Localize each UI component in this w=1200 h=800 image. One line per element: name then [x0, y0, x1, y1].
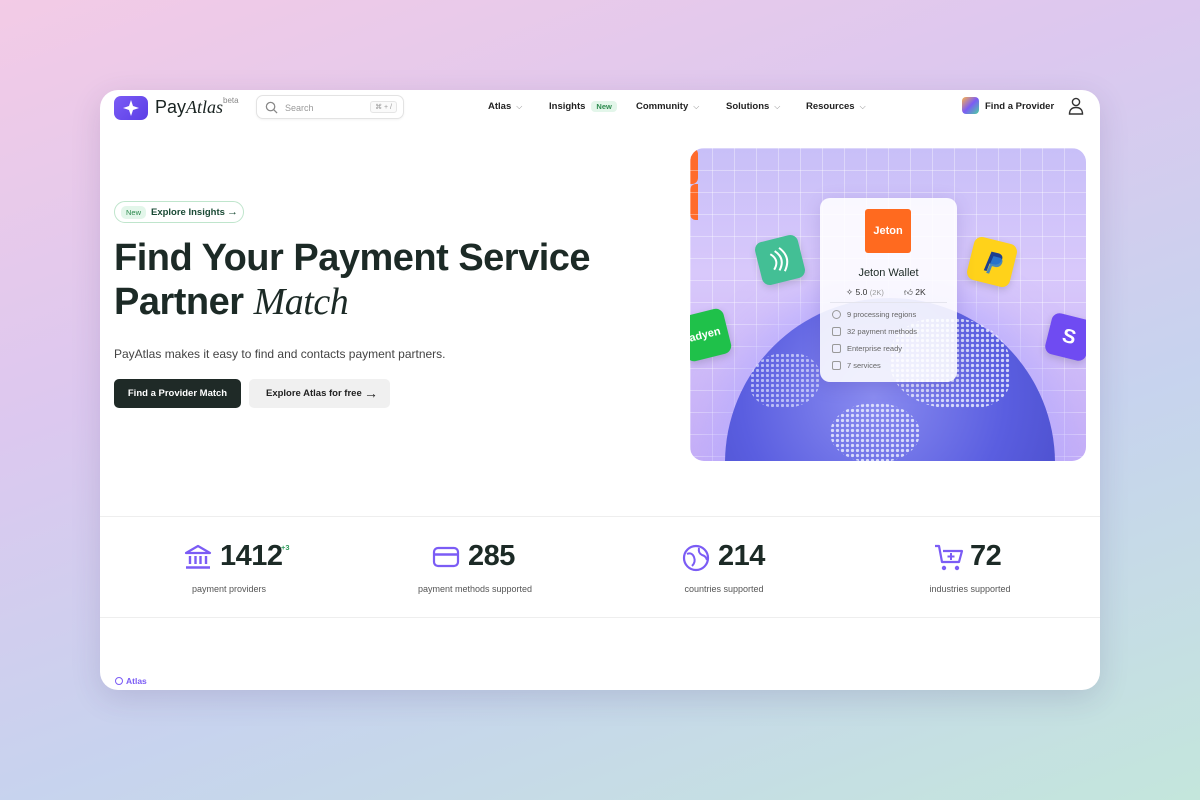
hero-title-line1: Find Your Payment Service: [114, 237, 591, 279]
hero-subtitle: PayAtlas makes it easy to find and conta…: [114, 347, 446, 361]
briefcase-icon: [832, 361, 841, 370]
grid-icon: [832, 327, 841, 336]
feature-item: Enterprise ready: [832, 344, 902, 353]
nav-item-atlas[interactable]: Atlas ⌵: [488, 101, 522, 112]
provider-name: Jeton Wallet: [858, 267, 919, 279]
feature-label: 7 services: [847, 361, 881, 370]
feature-item: 7 services: [832, 361, 881, 370]
divider: [100, 516, 1100, 517]
logo-icon[interactable]: [114, 96, 148, 120]
stat-label: payment methods supported: [417, 584, 533, 594]
chevron-down-icon: ⌵: [516, 102, 523, 111]
stat-label: countries supported: [684, 584, 764, 594]
section-label-atlas[interactable]: Atlas: [115, 676, 147, 686]
logo-text-plain: Pay: [155, 97, 187, 117]
user-icon[interactable]: [1068, 97, 1084, 115]
top-nav: PayAtlas beta Search ⌘ + / Atlas ⌵ Insigh…: [100, 90, 1100, 124]
rating-count: (2K): [869, 288, 884, 297]
nav-item-resources[interactable]: Resources ⌵: [806, 101, 866, 112]
nav-item-label: Insights: [549, 101, 586, 112]
globe-icon: [832, 310, 841, 319]
globe-icon: [115, 677, 123, 685]
stat-value: 1412: [220, 540, 283, 572]
chevron-down-icon: ⌵: [774, 102, 781, 111]
nav-item-solutions[interactable]: Solutions ⌵: [726, 101, 780, 112]
likes-value: 2K: [915, 287, 926, 297]
nav-item-community[interactable]: Community ⌵: [636, 101, 699, 112]
explore-atlas-label: Explore Atlas for free: [266, 388, 362, 399]
logo-text-italic: Atlas: [186, 97, 224, 117]
find-provider-label: Find a Provider: [985, 101, 1055, 112]
hero-title-italic: Match: [253, 281, 349, 323]
new-badge: New: [121, 206, 147, 219]
star-icon: ✧: [846, 287, 854, 297]
cart-icon: [935, 544, 964, 571]
feature-item: 32 payment methods: [832, 327, 917, 336]
provider-card[interactable]: Jeton Jeton Wallet ✧ 5.0 (2K) 👍︎ 2K 9 pr…: [820, 198, 957, 382]
feature-label: 32 payment methods: [847, 327, 918, 336]
provider-likes: 👍︎ 2K: [904, 287, 926, 298]
stat-value: 285: [468, 540, 515, 572]
logo-text[interactable]: PayAtlas: [155, 97, 223, 118]
section-label-text: Atlas: [126, 676, 147, 686]
bank-icon: [184, 544, 212, 569]
rating-value: 5.0: [855, 287, 868, 297]
divider: [100, 617, 1100, 618]
search-input[interactable]: Search ⌘ + /: [256, 95, 404, 119]
find-provider-match-button[interactable]: Find a Provider Match: [114, 379, 241, 408]
explore-atlas-button[interactable]: Explore Atlas for free →: [249, 379, 390, 408]
globe-land: [830, 403, 920, 461]
nav-item-label: Resources: [806, 101, 855, 112]
card-divider: [830, 302, 947, 303]
new-badge: New: [591, 101, 617, 112]
nav-item-insights[interactable]: Insights New: [549, 101, 617, 112]
nav-item-label: Community: [636, 101, 689, 112]
provider-rating: ✧ 5.0 (2K): [846, 287, 884, 298]
search-placeholder: Search: [285, 103, 314, 113]
search-shortcut: ⌘ + /: [370, 101, 397, 113]
search-icon: [265, 101, 278, 114]
card-icon: [432, 546, 460, 568]
arrow-right-icon: →: [227, 206, 238, 218]
beta-badge: beta: [223, 96, 239, 105]
feature-label: Enterprise ready: [847, 344, 903, 353]
feature-label: 9 processing regions: [847, 310, 917, 319]
hero-title-line2: Partner Match: [114, 280, 634, 324]
nav-item-label: Solutions: [726, 101, 770, 112]
jeton-logo: Jeton: [865, 209, 911, 253]
globe-icon: [682, 544, 710, 572]
hero-illustration: adyen S Jeton Jeton Wallet ✧ 5.0 (2K) 👍︎…: [690, 148, 1086, 461]
stat-delta: +3: [281, 543, 290, 552]
nav-item-label: Atlas: [488, 101, 512, 112]
find-provider-icon: [962, 97, 979, 114]
thumbs-up-icon: 👍︎: [904, 287, 913, 297]
stat-label: payment providers: [191, 584, 267, 594]
pill-label: Explore Insights: [151, 207, 225, 218]
globe-land: [750, 353, 820, 408]
arrow-right-icon: →: [364, 385, 378, 401]
stat-value: 214: [718, 540, 765, 572]
stat-value: 72: [970, 540, 1002, 572]
hero-title-word: Partner: [114, 281, 244, 323]
explore-insights-pill[interactable]: New Explore Insights →: [114, 201, 244, 223]
building-icon: [832, 344, 841, 353]
chevron-down-icon: ⌵: [859, 102, 866, 111]
hero-title: Find Your Payment Service Partner Match: [114, 236, 634, 324]
stat-label: industries supported: [929, 584, 1011, 594]
browser-window: PayAtlas beta Search ⌘ + / Atlas ⌵ Insigh…: [100, 90, 1100, 690]
chevron-down-icon: ⌵: [693, 102, 700, 111]
feature-item: 9 processing regions: [832, 310, 916, 319]
